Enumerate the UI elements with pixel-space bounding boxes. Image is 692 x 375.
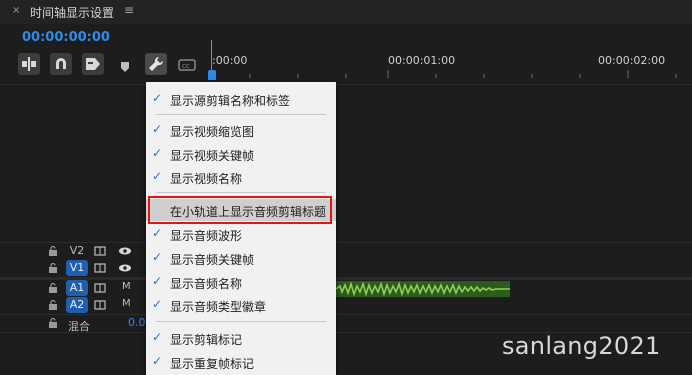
close-panel-icon[interactable]: ×: [12, 5, 20, 16]
playhead-handle[interactable]: [208, 70, 216, 80]
check-icon: ✓: [152, 250, 163, 264]
menu-item-label: 显示音频波形: [170, 229, 243, 243]
check-icon: ✓: [152, 91, 163, 105]
mute-track-button[interactable]: M: [122, 281, 131, 292]
playhead-line: [211, 40, 212, 70]
menu-item-label: 显示源剪辑名称和标签: [170, 94, 291, 108]
time-ruler[interactable]: [212, 68, 692, 78]
ruler-label-1s: 00:00:01:00: [388, 54, 456, 67]
lock-icon[interactable]: [48, 283, 58, 293]
menu-item-show-audio-names[interactable]: ✓ 显示音频名称: [146, 271, 336, 293]
menu-item-show-clip-markers[interactable]: ✓ 显示剪辑标记: [146, 327, 336, 349]
menu-separator: [156, 114, 326, 115]
eye-icon[interactable]: [118, 246, 132, 256]
check-icon: ✓: [152, 146, 163, 160]
timeline-settings-button[interactable]: [145, 53, 167, 75]
track-name-v1[interactable]: V1: [66, 260, 88, 276]
menu-item-label: 显示音频名称: [170, 277, 243, 291]
track-v1[interactable]: V1: [0, 260, 148, 278]
check-icon: ✓: [152, 226, 163, 240]
menu-item-label: 显示视频关键帧: [170, 149, 255, 163]
linked-selection-icon: [86, 58, 100, 70]
ruler-label-2s: 00:00:02:00: [598, 54, 666, 67]
track-name-a2[interactable]: A2: [66, 297, 88, 313]
menu-item-label: 显示音频类型徽章: [170, 300, 267, 314]
check-icon: ✓: [152, 354, 163, 368]
menu-item-label: 显示视频缩览图: [170, 125, 255, 139]
menu-separator: [156, 321, 326, 322]
add-marker-button[interactable]: [120, 58, 130, 77]
snap-button[interactable]: [50, 53, 72, 75]
menu-item-label: 显示音频关键帧: [170, 253, 255, 267]
track-a1[interactable]: A1 M: [0, 280, 148, 298]
linked-selection-button[interactable]: [82, 53, 104, 75]
wrench-icon: [149, 56, 164, 71]
toggle-sync-icon[interactable]: [94, 245, 106, 257]
mix-volume-value[interactable]: 0.0: [128, 316, 146, 329]
track-a2[interactable]: A2 M: [0, 297, 148, 315]
insert-snap-button[interactable]: [18, 53, 40, 75]
svg-text:cc: cc: [182, 62, 190, 70]
highlight-annotation-box: [148, 196, 332, 224]
lock-icon[interactable]: [48, 300, 58, 310]
toggle-sync-icon[interactable]: [94, 299, 106, 311]
audio-clip[interactable]: [336, 281, 510, 297]
check-icon: ✓: [152, 169, 163, 183]
check-icon: ✓: [152, 274, 163, 288]
audio-waveform: [336, 281, 510, 297]
menu-item-show-video-keyframes[interactable]: ✓ 显示视频关键帧: [146, 143, 336, 165]
watermark-text: sanlang2021: [502, 332, 661, 360]
track-divider: [0, 314, 692, 315]
lock-icon[interactable]: [48, 246, 58, 256]
ruler-divider: [0, 84, 692, 85]
check-icon: ✓: [152, 122, 163, 136]
menu-item-label: 显示剪辑标记: [170, 333, 243, 347]
ruler-label-start: :00:00: [212, 54, 248, 67]
menu-separator: [156, 192, 326, 193]
toggle-sync-icon[interactable]: [94, 262, 106, 274]
insert-snap-icon: [22, 57, 36, 71]
mute-track-button[interactable]: M: [122, 298, 131, 309]
captions-icon: cc: [178, 59, 196, 71]
lock-icon[interactable]: [48, 263, 58, 273]
menu-item-show-video-names[interactable]: ✓ 显示视频名称: [146, 166, 336, 188]
menu-item-show-audio-keyframes[interactable]: ✓ 显示音频关键帧: [146, 247, 336, 269]
check-icon: ✓: [152, 297, 163, 311]
menu-item-show-video-thumbnails[interactable]: ✓ 显示视频缩览图: [146, 119, 336, 141]
magnet-icon: [56, 58, 66, 69]
menu-item-show-audio-waveform[interactable]: ✓ 显示音频波形: [146, 223, 336, 245]
toggle-sync-icon[interactable]: [94, 282, 106, 294]
playhead-timecode[interactable]: 00:00:00:00: [22, 30, 110, 45]
track-name-v2[interactable]: V2: [66, 243, 88, 259]
menu-item-show-source-clip-names[interactable]: ✓ 显示源剪辑名称和标签: [146, 88, 336, 110]
track-v2[interactable]: V2: [0, 243, 148, 261]
lock-icon[interactable]: [48, 318, 58, 328]
menu-item-show-audio-type-badges[interactable]: ✓ 显示音频类型徽章: [146, 294, 336, 316]
add-marker-icon: [121, 62, 129, 72]
captions-button[interactable]: cc: [178, 56, 196, 75]
track-name-a1[interactable]: A1: [66, 280, 88, 296]
menu-item-show-duplicate-frame-markers[interactable]: ✓ 显示重复帧标记: [146, 351, 336, 373]
check-icon: ✓: [152, 330, 163, 344]
panel-title[interactable]: 时间轴显示设置: [30, 4, 114, 21]
panel-menu-icon[interactable]: ≡: [124, 3, 134, 17]
menu-item-label: 显示视频名称: [170, 172, 243, 186]
timeline-display-settings-menu: ✓ 显示源剪辑名称和标签 ✓ 显示视频缩览图 ✓ 显示视频关键帧 ✓ 显示视频名…: [146, 82, 336, 375]
menu-item-label: 显示重复帧标记: [170, 357, 255, 371]
eye-icon[interactable]: [118, 263, 132, 273]
